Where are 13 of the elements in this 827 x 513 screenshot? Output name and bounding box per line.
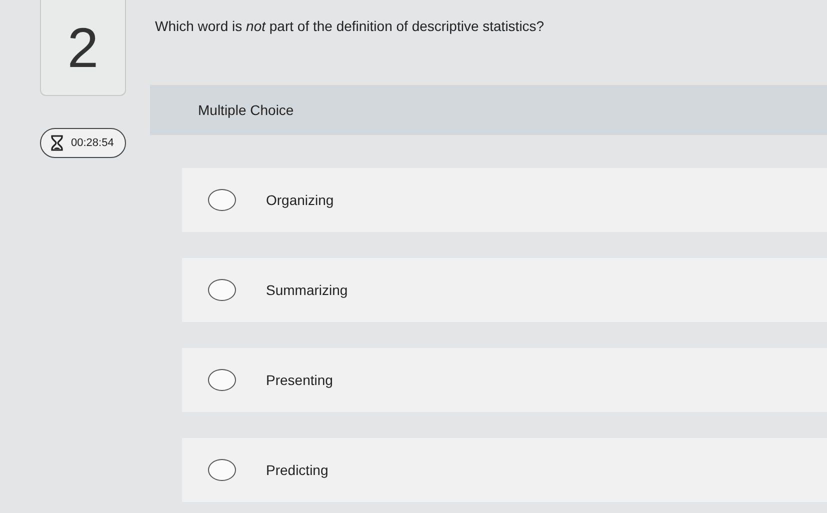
option-label[interactable]: Predicting <box>266 462 328 478</box>
radio-button[interactable] <box>208 459 236 481</box>
radio-button[interactable] <box>208 279 236 301</box>
hourglass-icon <box>51 135 63 151</box>
option-label[interactable]: Organizing <box>266 192 334 208</box>
radio-button[interactable] <box>208 189 236 211</box>
option-label[interactable]: Presenting <box>266 372 333 388</box>
question-type: Multiple Choice <box>150 85 827 135</box>
option-label[interactable]: Summarizing <box>266 282 348 298</box>
timer-text: 00:28:54 <box>71 137 114 149</box>
question-text: Which word is not part of the definition of descriptive statistics? <box>155 18 546 36</box>
question-number: 2 <box>40 0 126 96</box>
radio-button[interactable] <box>208 369 236 391</box>
